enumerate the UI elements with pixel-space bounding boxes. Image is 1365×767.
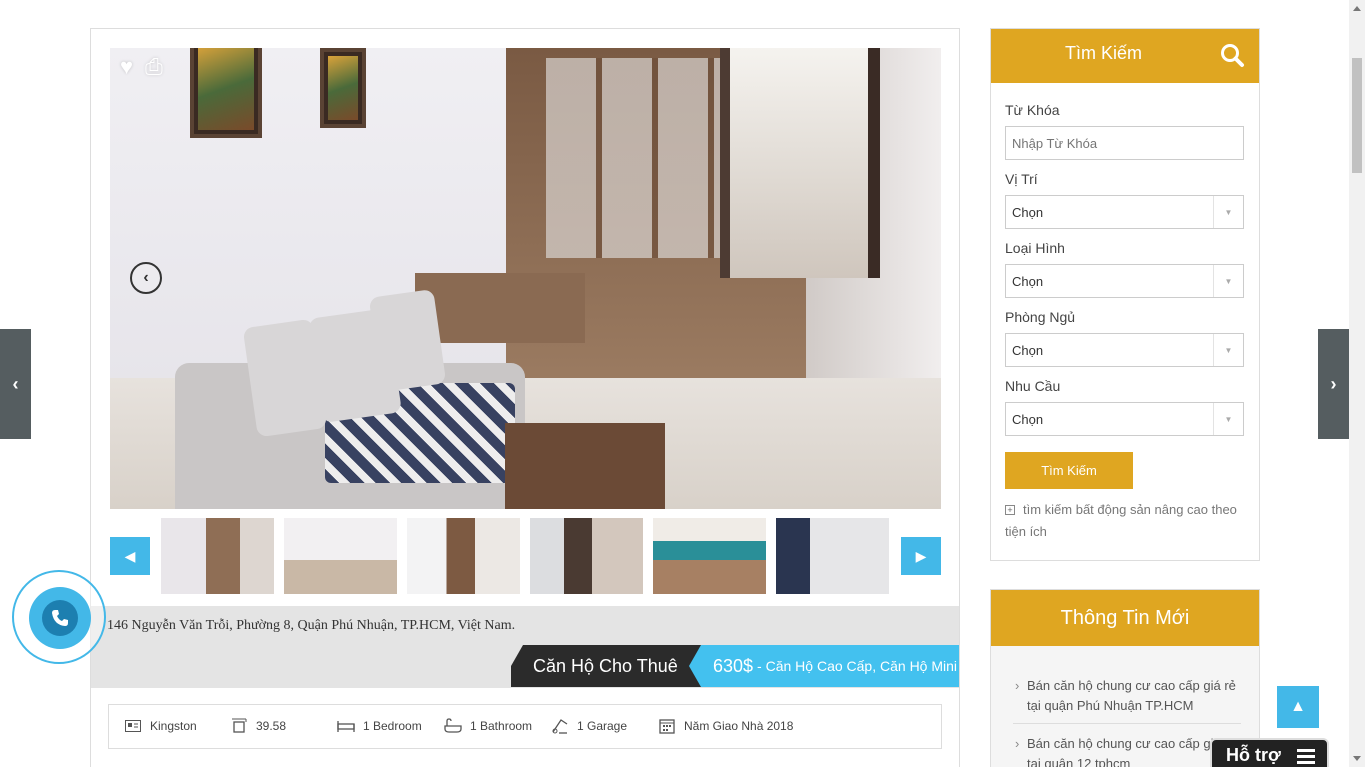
gallery-prev-button[interactable]: ‹ bbox=[130, 262, 162, 294]
keyword-label: Từ Khóa bbox=[1005, 102, 1060, 118]
need-select[interactable]: Chọn ▼ bbox=[1005, 402, 1244, 436]
bedroom-select[interactable]: Chọn ▼ bbox=[1005, 333, 1244, 367]
back-to-top-button[interactable]: ▲ bbox=[1277, 686, 1319, 728]
feature-bathrooms: 1 Bathroom bbox=[444, 718, 532, 734]
feature-bedrooms: 1 Bedroom bbox=[337, 718, 422, 734]
keyword-input[interactable] bbox=[1005, 126, 1244, 160]
thumbnail[interactable] bbox=[161, 518, 274, 594]
garage-icon bbox=[551, 718, 569, 734]
type-select-value: Chọn bbox=[1012, 273, 1044, 289]
feature-year-label: Năm Giao Nhà 2018 bbox=[684, 719, 794, 733]
print-icon[interactable]: ⎙ bbox=[145, 56, 163, 78]
thumbnail-strip: ◀ ▶ bbox=[110, 518, 941, 594]
calendar-icon bbox=[658, 718, 676, 734]
phone-icon bbox=[42, 600, 78, 636]
feature-year: Năm Giao Nhà 2018 bbox=[658, 718, 793, 734]
chevron-down-icon: ▼ bbox=[1213, 403, 1243, 435]
search-title: Tìm Kiếm bbox=[1065, 43, 1143, 63]
advanced-search-link[interactable]: + tìm kiếm bất động sản nâng cao theo tiệ… bbox=[1005, 499, 1250, 543]
type-label: Loại Hình bbox=[1005, 240, 1065, 256]
heart-icon[interactable]: ♥ bbox=[120, 56, 133, 78]
bath-icon bbox=[444, 718, 462, 734]
next-listing-button[interactable]: › bbox=[1318, 329, 1349, 439]
need-label: Nhu Cầu bbox=[1005, 378, 1061, 394]
support-button[interactable]: Hỗ trợ bbox=[1210, 738, 1329, 767]
plus-icon: + bbox=[1005, 505, 1015, 515]
search-header: Tìm Kiếm bbox=[991, 29, 1259, 83]
thumbnail[interactable] bbox=[284, 518, 397, 594]
location-select-value: Chọn bbox=[1012, 204, 1044, 220]
news-title: Thông Tin Mới bbox=[991, 590, 1259, 646]
feature-project-label: Kingston bbox=[150, 719, 197, 733]
bed-icon bbox=[337, 718, 355, 734]
feature-area: 39.58 bbox=[230, 718, 286, 734]
feature-project: Kingston bbox=[124, 718, 197, 734]
price-badge: 630$ - Căn Hộ Cao Cấp, Căn Hộ Mini bbox=[689, 645, 959, 687]
chevron-down-icon: ▼ bbox=[1213, 196, 1243, 228]
search-button[interactable]: Tìm Kiếm bbox=[1005, 452, 1133, 489]
scrollbar[interactable] bbox=[1349, 0, 1365, 767]
chevron-down-icon: ▼ bbox=[1213, 334, 1243, 366]
feature-garage-label: 1 Garage bbox=[577, 719, 628, 733]
news-item[interactable]: Bán căn hộ chung cư cao cấp giá rẻ tại q… bbox=[1013, 734, 1241, 767]
thumbnails-next-button[interactable]: ▶ bbox=[901, 537, 941, 575]
bedroom-select-value: Chọn bbox=[1012, 342, 1044, 358]
feature-area-label: 39.58 bbox=[256, 719, 287, 733]
address-bar: 146 Nguyễn Văn Trỗi, Phường 8, Quận Phú … bbox=[91, 606, 959, 688]
search-icon[interactable] bbox=[1219, 42, 1245, 68]
previous-listing-button[interactable]: ‹ bbox=[0, 329, 31, 439]
location-select[interactable]: Chọn ▼ bbox=[1005, 195, 1244, 229]
location-label: Vị Trí bbox=[1005, 171, 1038, 187]
scroll-down-arrow[interactable] bbox=[1353, 756, 1361, 761]
property-panel: ♥ ⎙ ‹ ◀ ▶ 146 Nguyễn Văn Trỗi, Phường 8,… bbox=[90, 28, 960, 767]
news-item[interactable]: Bán căn hộ chung cư cao cấp giá rẻ tại q… bbox=[1013, 676, 1241, 724]
search-panel: Tìm Kiếm Từ Khóa Vị Trí Chọn ▼ Loại Hình… bbox=[990, 28, 1260, 561]
thumbnail[interactable] bbox=[653, 518, 766, 594]
need-select-value: Chọn bbox=[1012, 411, 1044, 427]
area-icon bbox=[230, 718, 248, 734]
scroll-up-arrow[interactable] bbox=[1353, 6, 1361, 11]
price: 630$ bbox=[713, 655, 754, 676]
advanced-search-label: tìm kiếm bất động sản nâng cao theo tiện… bbox=[1005, 502, 1237, 539]
scrollbar-thumb[interactable] bbox=[1352, 58, 1362, 173]
id-card-icon bbox=[124, 718, 142, 734]
feature-garage: 1 Garage bbox=[551, 718, 627, 734]
support-label: Hỗ trợ bbox=[1226, 744, 1281, 765]
feature-bathrooms-label: 1 Bathroom bbox=[470, 719, 533, 733]
categories: - Căn Hộ Cao Cấp, Căn Hộ Mini bbox=[757, 658, 958, 674]
feature-bedrooms-label: 1 Bedroom bbox=[363, 719, 422, 733]
thumbnail[interactable] bbox=[407, 518, 520, 594]
bedroom-label: Phòng Ngủ bbox=[1005, 309, 1076, 325]
main-photo[interactable]: ♥ ⎙ ‹ bbox=[110, 48, 941, 509]
call-button[interactable] bbox=[29, 587, 91, 649]
page: ♥ ⎙ ‹ ◀ ▶ 146 Nguyễn Văn Trỗi, Phường 8,… bbox=[0, 0, 1365, 767]
property-address: 146 Nguyễn Văn Trỗi, Phường 8, Quận Phú … bbox=[107, 618, 516, 633]
type-select[interactable]: Chọn ▼ bbox=[1005, 264, 1244, 298]
thumbnail[interactable] bbox=[776, 518, 889, 594]
listing-type-badge: Căn Hộ Cho Thuê bbox=[511, 645, 718, 687]
feature-bar: Kingston 39.58 1 Bedroom 1 Bathroom 1 Ga… bbox=[108, 704, 942, 749]
chevron-down-icon: ▼ bbox=[1213, 265, 1243, 297]
thumbnail[interactable] bbox=[530, 518, 643, 594]
thumbnails-prev-button[interactable]: ◀ bbox=[110, 537, 150, 575]
menu-icon bbox=[1297, 749, 1315, 767]
